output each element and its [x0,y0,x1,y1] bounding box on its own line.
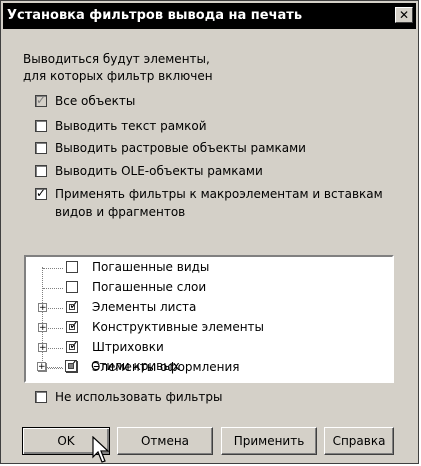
tree-branch [48,328,63,330]
tree-item-hidden-views[interactable]: Погашенные виды [92,257,209,277]
tree-item-curve-styles[interactable]: Стили кривых [91,356,180,376]
intro-text: Выводиться будут элементы, для которых ф… [23,51,383,85]
intro-line-2: для которых фильтр включен [23,69,213,83]
ole-frame-checkbox[interactable] [35,165,47,177]
expand-icon[interactable]: + [38,323,47,333]
option-no-filters[interactable]: Не использовать фильтры [35,388,222,406]
expand-icon[interactable]: + [38,303,47,313]
no-filters-label: Не использовать фильтры [55,390,223,404]
no-filters-checkbox[interactable] [35,391,47,403]
tree-branch [43,288,63,290]
tree-checkbox[interactable] [66,281,78,293]
apply-button[interactable]: Применить [221,427,317,455]
option-ole-frame[interactable]: Выводить OLE-объекты рамками [35,162,263,180]
cancel-button[interactable]: Отмена [117,427,213,455]
apply-macro-label-line-1: Применять фильтры к макроэлементам и вст… [55,187,383,201]
window-title: Установка фильтров вывода на печать [7,8,303,23]
tree-item-hatches[interactable]: Штриховки [92,337,164,357]
option-raster-frame[interactable]: Выводить растровые объекты рамками [35,139,306,157]
raster-frame-checkbox[interactable] [35,142,47,154]
tree-checkbox[interactable] [66,318,79,333]
apply-macro-label: Применять фильтры к макроэлементам и вст… [55,185,383,221]
tree-checkbox[interactable] [66,298,79,313]
intro-line-1: Выводиться будут элементы, [23,52,210,66]
tree-checkbox[interactable] [65,357,78,372]
raster-frame-label: Выводить растровые объекты рамками [55,141,306,155]
close-button[interactable]: ✕ [395,7,413,23]
option-apply-macro[interactable]: Применять фильтры к макроэлементам и вст… [35,185,383,221]
title-bar: Установка фильтров вывода на печать ✕ [3,3,416,29]
close-icon: ✕ [398,8,410,22]
tree-item-hidden-layers[interactable]: Погашенные слои [92,277,206,297]
tree-branch [48,308,63,310]
tree-checkbox[interactable] [66,338,79,353]
text-frame-label: Выводить текст рамкой [55,119,207,133]
expand-icon[interactable]: + [38,343,47,353]
print-filter-dialog: Установка фильтров вывода на печать ✕ Вы… [0,0,419,464]
ole-frame-label: Выводить OLE-объекты рамками [55,164,263,178]
tree-item-row-curve-styles[interactable]: + Стили кривых [25,356,385,376]
tree-branch [48,348,63,350]
option-all-objects[interactable]: Все объекты [35,92,135,110]
tree-item-sheet-elements[interactable]: Элементы листа [92,297,196,317]
all-objects-checkbox[interactable] [35,93,47,107]
tree-branch [43,268,63,270]
tree-item-constructive[interactable]: Конструктивные элементы [92,317,264,337]
option-text-frame[interactable]: Выводить текст рамкой [35,117,207,135]
expand-icon[interactable]: + [37,362,46,372]
text-frame-checkbox[interactable] [35,120,47,132]
apply-macro-label-line-2: видов и фрагментов [55,205,186,219]
tree-branch [47,367,62,369]
mouse-cursor-icon [92,436,110,463]
tree-checkbox[interactable] [66,261,78,273]
apply-macro-checkbox[interactable] [35,186,47,200]
all-objects-label: Все объекты [55,94,136,108]
help-button[interactable]: Справка [324,427,394,455]
